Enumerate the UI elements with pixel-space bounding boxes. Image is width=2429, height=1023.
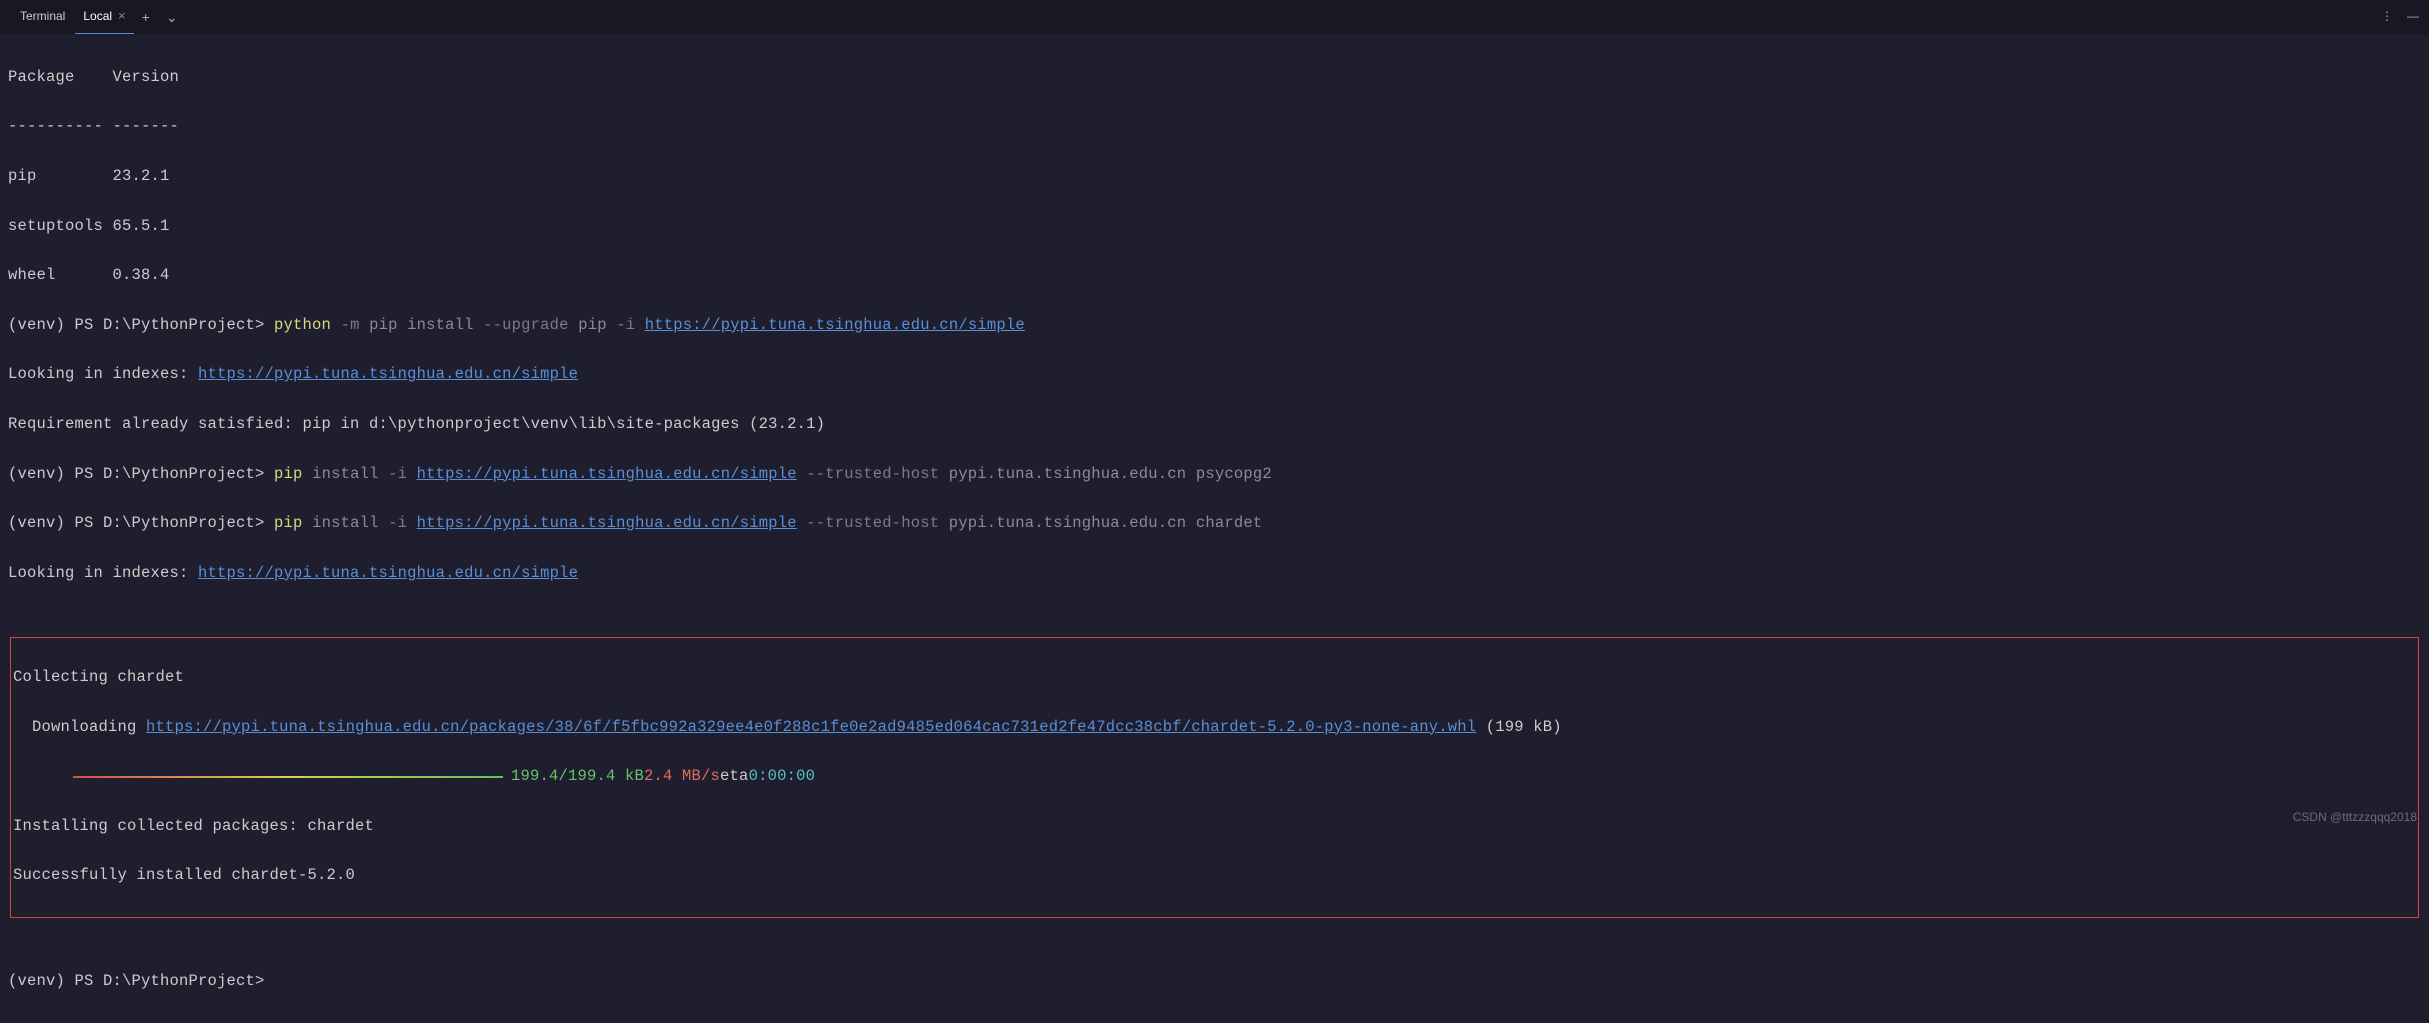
- wheel-url-link[interactable]: https://pypi.tuna.tsinghua.edu.cn/packag…: [146, 718, 1476, 736]
- tab-local[interactable]: Local ×: [75, 0, 133, 34]
- cmd-pip: pip: [274, 465, 303, 483]
- close-icon[interactable]: ×: [118, 6, 126, 27]
- index-url-link[interactable]: https://pypi.tuna.tsinghua.edu.cn/simple: [417, 514, 797, 532]
- progress-line: 199.4/199.4 kB 2.4 MB/s eta 0:00:00: [13, 764, 2414, 789]
- terminal-output[interactable]: Package Version ---------- ------- pip 2…: [0, 34, 2429, 1023]
- cmd-pip: pip: [274, 514, 303, 532]
- col-header-version: Version: [113, 68, 180, 86]
- col-header-package: Package: [8, 68, 75, 86]
- new-tab-button[interactable]: +: [134, 6, 158, 28]
- progress-eta: 0:00:00: [749, 764, 816, 789]
- index-url-link[interactable]: https://pypi.tuna.tsinghua.edu.cn/simple: [198, 564, 578, 582]
- prompt: (venv) PS D:\PythonProject>: [8, 316, 274, 334]
- progress-speed: 2.4 MB/s: [644, 764, 720, 789]
- index-url-link[interactable]: https://pypi.tuna.tsinghua.edu.cn/simple: [645, 316, 1025, 334]
- pkg-name: setuptools: [8, 217, 103, 235]
- success-line: Successfully installed chardet-5.2.0: [13, 863, 2414, 888]
- progress-size: 199.4/199.4 kB: [511, 764, 644, 789]
- cmd-python: python: [274, 316, 331, 334]
- pkg-name: wheel: [8, 266, 56, 284]
- collecting-line: Collecting chardet: [13, 665, 2414, 690]
- pkg-version: 23.2.1: [113, 167, 170, 185]
- index-url-link[interactable]: https://pypi.tuna.tsinghua.edu.cn/simple: [198, 365, 578, 383]
- kebab-menu-icon[interactable]: ⋮: [2381, 7, 2393, 26]
- terminal-tabbar: Terminal Local × + ⌄ ⋮ —: [0, 0, 2429, 34]
- pkg-version: 65.5.1: [113, 217, 170, 235]
- index-url-link[interactable]: https://pypi.tuna.tsinghua.edu.cn/simple: [417, 465, 797, 483]
- prompt: (venv) PS D:\PythonProject>: [8, 514, 274, 532]
- requirement-satisfied: Requirement already satisfied: pip in d:…: [8, 412, 2421, 437]
- progress-bar: [73, 776, 503, 778]
- tab-dropdown-icon[interactable]: ⌄: [158, 6, 186, 28]
- tab-label: Local: [83, 7, 112, 26]
- watermark: CSDN @tttzzzqqq2018: [2293, 808, 2417, 827]
- pkg-name: pip: [8, 167, 37, 185]
- prompt: (venv) PS D:\PythonProject>: [8, 972, 274, 990]
- installing-line: Installing collected packages: chardet: [13, 814, 2414, 839]
- prompt: (venv) PS D:\PythonProject>: [8, 465, 274, 483]
- minimize-icon[interactable]: —: [2407, 7, 2419, 26]
- pkg-version: 0.38.4: [113, 266, 170, 284]
- panel-title: Terminal: [10, 7, 75, 26]
- highlighted-region: Collecting chardet Downloading https://p…: [10, 637, 2419, 918]
